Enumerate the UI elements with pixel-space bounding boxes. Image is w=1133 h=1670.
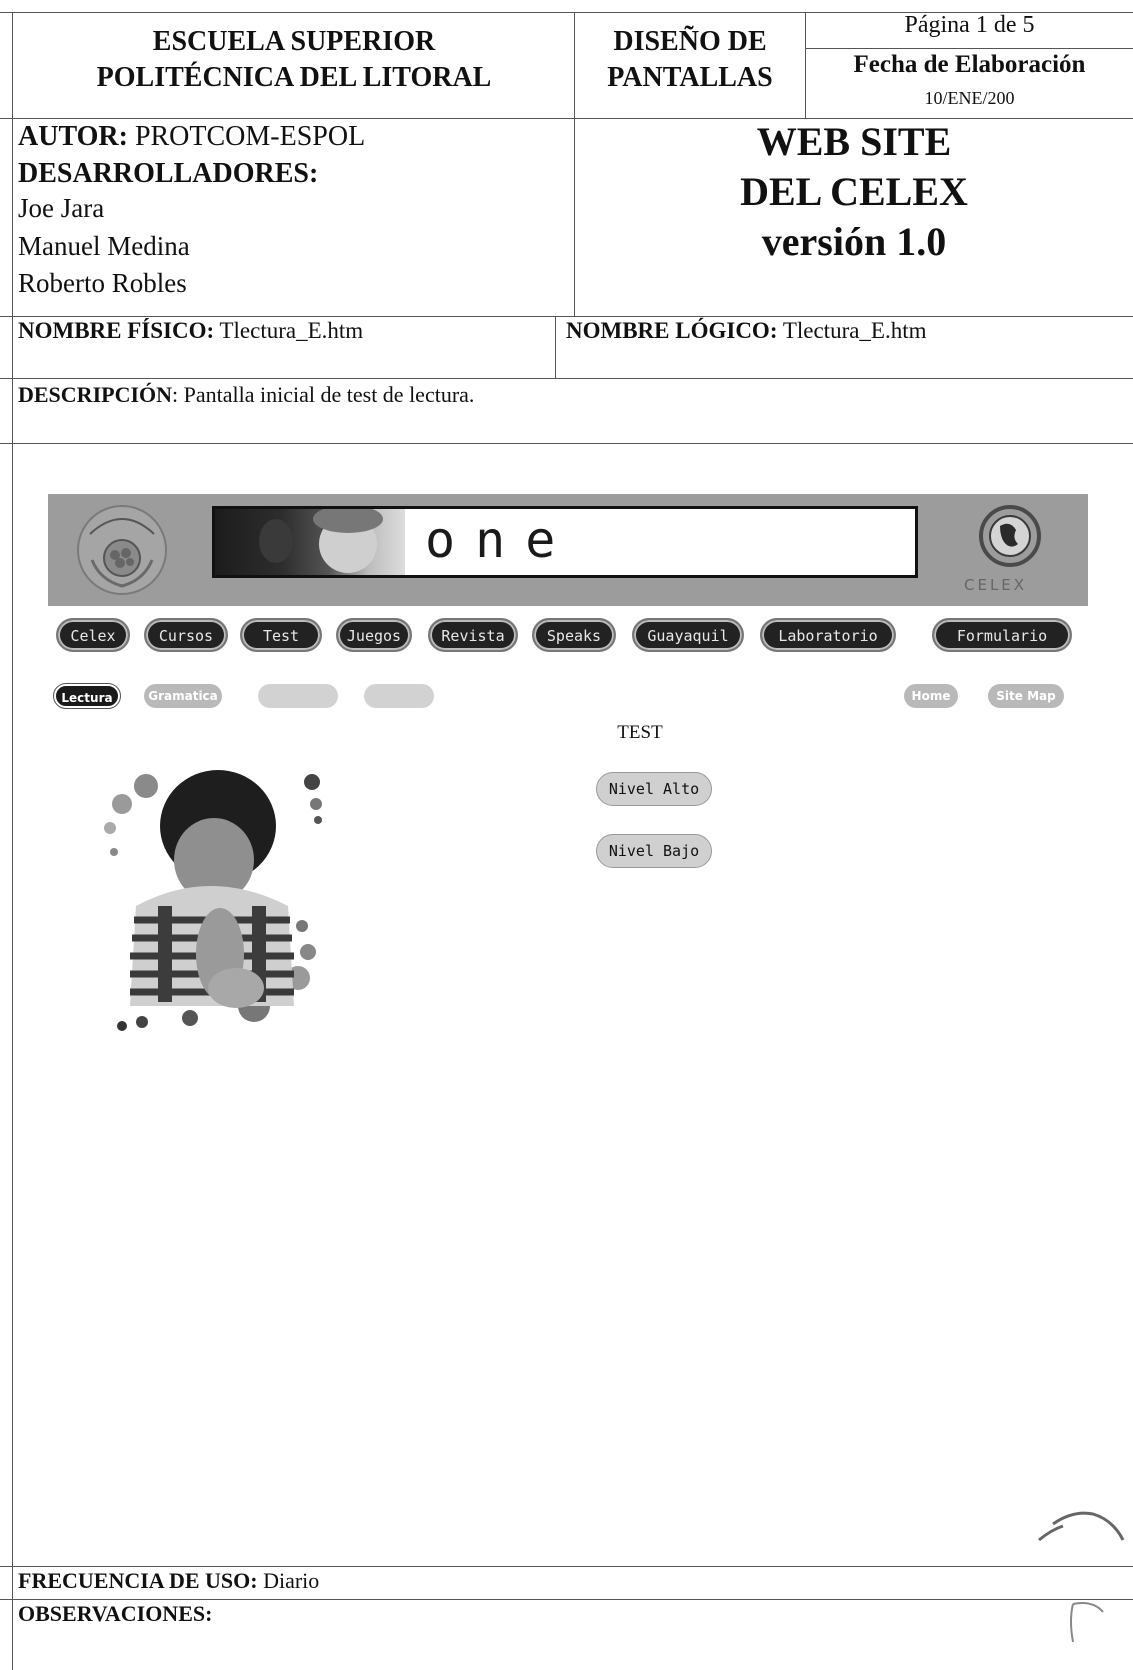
observations-label: OBSERVACIONES: (18, 1601, 213, 1626)
logical-name-line: NOMBRE LÓGICO: Tlectura_E.htm (566, 318, 927, 344)
test-heading: TEST (617, 722, 663, 743)
developer-name: Roberto Robles (18, 268, 187, 298)
subnav-gramatica[interactable]: Gramatica (144, 684, 222, 708)
nivel-bajo-button[interactable]: Nivel Bajo (596, 834, 712, 868)
site-banner: one language CELEX (48, 494, 1088, 606)
author-line: AUTOR: PROTCOM-ESPOL (18, 121, 365, 153)
physical-name-value: Tlectura_E.htm (214, 318, 364, 343)
banner-face-left (259, 519, 293, 563)
frequency-top-border (0, 1566, 1133, 1567)
home-button[interactable]: Home (904, 684, 958, 708)
authors-bottom-border (0, 316, 1133, 317)
nav-cursos[interactable]: Cursos (144, 618, 228, 652)
nav-laboratorio[interactable]: Laboratorio (760, 618, 896, 652)
description-label: DESCRIPCIÓN (18, 382, 173, 407)
nav-revista[interactable]: Revista (428, 618, 518, 652)
subnav-blank-1[interactable] (258, 684, 338, 708)
developer-name: Joe Jara (18, 193, 105, 223)
nav-juegos[interactable]: Juegos (336, 618, 412, 652)
subnav-blank-2[interactable] (364, 684, 434, 708)
logical-name-value: Tlectura_E.htm (777, 318, 927, 343)
nav-formulario[interactable]: Formulario (932, 618, 1072, 652)
nav-speaks[interactable]: Speaks (532, 618, 616, 652)
nav-guayaquil[interactable]: Guayaquil (632, 618, 744, 652)
banner-slogan: one language (425, 511, 806, 575)
project-title-line1: WEB SITE (756, 119, 952, 164)
nav-test[interactable]: Test (240, 618, 322, 652)
stamp-mark (1038, 1511, 1125, 1643)
project-title-line2: DEL CELEX (740, 169, 968, 214)
nivel-alto-button[interactable]: Nivel Alto (596, 772, 712, 806)
espol-seal-icon (77, 505, 167, 595)
frequency-value: Diario (257, 1568, 320, 1593)
physical-name-line: NOMBRE FÍSICO: Tlectura_E.htm (18, 318, 363, 344)
banner-hair-right (313, 509, 383, 533)
celex-logo-text: CELEX (964, 576, 1028, 594)
student-illustration (104, 770, 322, 1031)
form-left-border (12, 12, 13, 1670)
developer-name: Manuel Medina (18, 231, 190, 261)
names-divider (555, 316, 556, 378)
site-map-button[interactable]: Site Map (988, 684, 1064, 708)
nav-celex[interactable]: Celex (56, 618, 130, 652)
logical-name-label: NOMBRE LÓGICO: (566, 318, 778, 343)
observations-top-border (0, 1599, 1133, 1600)
main-nav: Celex Cursos Test Juegos Revista Speaks … (48, 618, 1088, 658)
institution-name-line1: ESCUELA SUPERIOR (152, 26, 436, 57)
description-line: DESCRIPCIÓN: Pantalla inicial de test de… (18, 382, 474, 408)
banner-photo (215, 509, 405, 575)
doc-type-line2: PANTALLAS (607, 62, 773, 93)
subnav-lectura[interactable]: Lectura (53, 683, 121, 709)
author-value: PROTCOM-ESPOL (127, 121, 366, 152)
date-value: 10/ENE/200 (924, 88, 1015, 108)
institution-name-line2: POLITÉCNICA DEL LITORAL (96, 62, 492, 93)
doc-type-line1: DISEÑO DE (613, 26, 767, 57)
physical-name-label: NOMBRE FÍSICO: (18, 318, 215, 343)
page-cell-divider (805, 48, 1133, 49)
names-bottom-border (0, 378, 1133, 379)
frequency-line: FRECUENCIA DE USO: Diario (18, 1568, 319, 1594)
frequency-label: FRECUENCIA DE USO: (18, 1568, 258, 1593)
page-number: Página 1 de 5 (904, 12, 1035, 38)
date-label: Fecha de Elaboración (853, 51, 1086, 78)
author-label: AUTOR: (18, 121, 128, 152)
developers-label: DESARROLLADORES: (18, 158, 319, 189)
banner-photo-frame: one language (212, 506, 918, 578)
description-value: : Pantalla inicial de test de lectura. (172, 382, 475, 407)
project-version: versión 1.0 (761, 219, 947, 264)
description-bottom-border (0, 443, 1133, 444)
